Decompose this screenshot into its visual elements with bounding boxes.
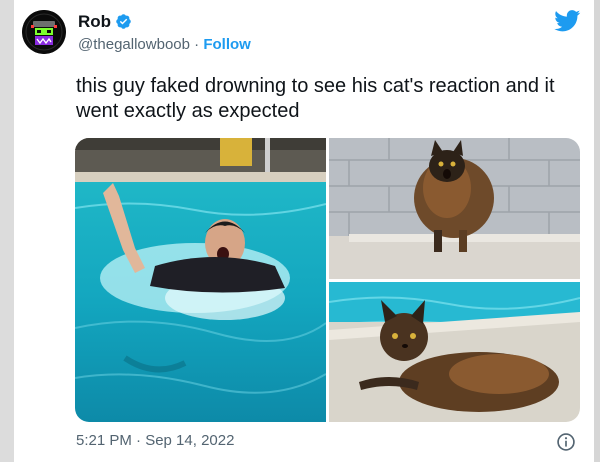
- media-image-cat-lying[interactable]: [329, 282, 580, 422]
- author-name[interactable]: Rob: [78, 12, 111, 32]
- media-image-cat-ledge[interactable]: [329, 138, 580, 279]
- frame-right-border: [594, 0, 600, 462]
- tweet-timestamp[interactable]: 5:21 PM · Sep 14, 2022: [76, 432, 234, 449]
- handle[interactable]: @thegallowboob: [78, 36, 190, 53]
- separator-dot: ·: [194, 36, 200, 53]
- media-grid: [75, 138, 580, 422]
- handle-line: @thegallowboob · Follow: [78, 36, 251, 53]
- frame-left-border: [0, 0, 14, 462]
- info-icon[interactable]: [556, 432, 576, 452]
- verified-badge-icon: [116, 14, 131, 29]
- media-image-pool[interactable]: [75, 138, 326, 422]
- tweet-text: this guy faked drowning to see his cat's…: [76, 75, 555, 122]
- twitter-bird-icon[interactable]: [554, 10, 581, 32]
- follow-button[interactable]: Follow: [203, 36, 251, 53]
- tweet-card: Rob @thegallowboob · Follow this guy fak…: [0, 0, 600, 462]
- avatar[interactable]: [22, 10, 66, 54]
